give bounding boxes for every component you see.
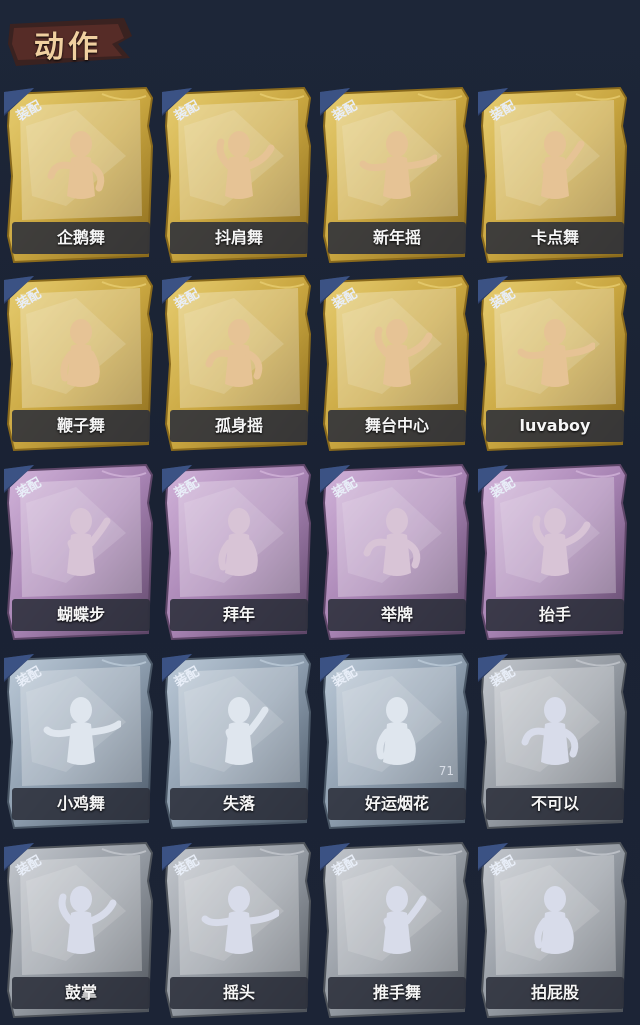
emote-name: 拜年	[222, 605, 255, 624]
emote-card[interactable]: 装配 失落	[162, 652, 314, 830]
emote-card[interactable]: 装配 企鹅舞	[4, 86, 156, 264]
raise-hand-icon	[532, 508, 591, 576]
emote-card[interactable]: 装配 孤身摇	[162, 274, 314, 452]
emote-card[interactable]: 装配 摇头	[162, 841, 314, 1019]
emote-card[interactable]: 装配 新年摇	[320, 86, 472, 264]
emote-card[interactable]: 装配 抖肩舞	[162, 86, 314, 264]
emote-name: 孤身摇	[214, 416, 263, 435]
emote-name: 卡点舞	[530, 228, 579, 247]
head-shake-icon	[201, 886, 279, 954]
emote-name: 舞台中心	[364, 416, 429, 435]
emote-card[interactable]: 装配 luvaboy	[478, 274, 630, 452]
emote-name: 不可以	[530, 794, 579, 813]
luvaboy-icon	[517, 319, 595, 387]
emote-card[interactable]: 装配 蝴蝶步	[4, 463, 156, 641]
new-year-shake-icon	[359, 131, 437, 199]
emote-card[interactable]: 装配 抬手	[478, 463, 630, 641]
emote-name: luvaboy	[519, 416, 591, 435]
emote-card[interactable]: 装配 推手舞	[320, 841, 472, 1019]
chicken-dance-icon	[43, 697, 121, 765]
hold-sign-icon	[363, 508, 421, 576]
emote-card[interactable]: 装配 举牌	[320, 463, 472, 641]
clap-icon	[58, 886, 117, 954]
emote-card[interactable]: 装配 拍屁股	[478, 841, 630, 1019]
emote-card[interactable]: 装配 卡点舞	[478, 86, 630, 264]
emote-card[interactable]: 装配 好运烟花 71	[320, 652, 472, 830]
emote-card[interactable]: 装配 不可以	[478, 652, 630, 830]
butterfly-step-icon	[67, 508, 111, 576]
emote-name: 拍屁股	[530, 983, 579, 1002]
emote-name: 失落	[222, 794, 255, 813]
emote-name: 蝴蝶步	[56, 605, 105, 624]
emote-card[interactable]: 装配 舞台中心	[320, 274, 472, 452]
push-hand-dance-icon	[383, 886, 427, 954]
shoulder-shake-icon	[216, 131, 275, 199]
whip-dance-icon	[60, 319, 100, 387]
page-title: 动作	[34, 30, 102, 65]
new-year-greeting-icon	[218, 508, 258, 576]
solo-shake-icon	[205, 319, 263, 387]
dejected-icon	[225, 697, 269, 765]
header: 动作	[0, 0, 640, 88]
emote-name: 摇头	[222, 983, 255, 1002]
beat-dance-icon	[541, 131, 585, 199]
emote-name: 好运烟花	[364, 794, 429, 813]
emote-name: 举牌	[380, 605, 413, 624]
emote-card[interactable]: 装配 鼓掌	[4, 841, 156, 1019]
emote-name: 抬手	[538, 605, 571, 624]
butt-slap-icon	[534, 886, 574, 954]
penguin-dance-icon	[47, 131, 105, 199]
emote-name: 小鸡舞	[56, 794, 105, 813]
lucky-firework-icon	[376, 697, 416, 765]
emote-name: 鼓掌	[64, 983, 97, 1002]
emote-card[interactable]: 装配 鞭子舞	[4, 274, 156, 452]
emote-name: 推手舞	[372, 983, 421, 1002]
emote-card[interactable]: 装配 拜年	[162, 463, 314, 641]
emote-name: 企鹅舞	[56, 228, 105, 247]
emote-card[interactable]: 装配 小鸡舞	[4, 652, 156, 830]
no-finger-icon	[521, 697, 579, 765]
emote-name: 鞭子舞	[56, 416, 105, 435]
emote-name: 新年摇	[372, 228, 421, 247]
emote-name: 抖肩舞	[214, 228, 263, 247]
emote-panel: 动作 装配 企鹅舞 装配 抖肩舞 装配 新年摇 装配 卡点舞 装配 鞭子舞 装配…	[0, 0, 640, 1025]
item-count: 71	[438, 764, 454, 778]
center-stage-icon	[374, 319, 433, 387]
